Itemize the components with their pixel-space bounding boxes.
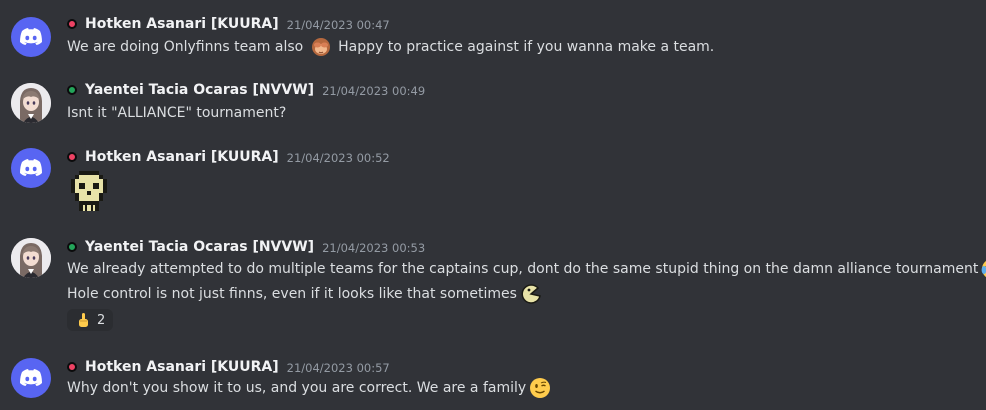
username[interactable]: Yaentei Tacia Ocaras [NVVW] — [85, 239, 314, 255]
message-text: Happy to practice against if you wanna m… — [333, 39, 715, 55]
discord-logo-icon — [20, 28, 42, 45]
message: Hotken Asanari [KUURA] 21/04/2023 00:57 … — [0, 357, 986, 407]
message-content: Why don't you show it to us, and you are… — [67, 376, 551, 400]
username[interactable]: Hotken Asanari [KUURA] — [85, 149, 279, 165]
message-text: We already attempted to do multiple team… — [67, 261, 979, 277]
joy-icon[interactable] — [981, 258, 986, 280]
message-text: Hole control is not just finns, even if … — [67, 286, 517, 302]
message: Yaentei Tacia Ocaras [NVVW] 21/04/2023 0… — [0, 80, 986, 124]
message: Hotken Asanari [KUURA] 21/04/2023 00:47 … — [0, 14, 986, 64]
message: Hotken Asanari [KUURA] 21/04/2023 00:52 — [0, 147, 986, 217]
role-icon — [67, 362, 77, 372]
message-content: Hole control is not just finns, even if … — [67, 282, 542, 306]
avatar[interactable] — [11, 238, 51, 278]
message-content: We are doing Onlyfinns team also Happy t… — [67, 36, 714, 58]
timestamp[interactable]: 21/04/2023 00:49 — [322, 84, 425, 98]
role-icon — [67, 19, 77, 29]
discord-logo-icon — [20, 159, 42, 176]
reaction-count: 2 — [97, 312, 106, 328]
timestamp[interactable]: 21/04/2023 00:57 — [287, 361, 390, 375]
pixel-skull-sticker[interactable] — [67, 169, 111, 213]
message-content: Isnt it "ALLIANCE" tournament? — [67, 102, 286, 124]
role-icon — [67, 242, 77, 252]
wink-icon[interactable] — [529, 377, 551, 399]
anime-girl-avatar — [11, 238, 51, 278]
message-text: Why don't you show it to us, and you are… — [67, 380, 527, 396]
message-text: We are doing Onlyfinns team also — [67, 39, 308, 55]
avatar[interactable] — [11, 148, 51, 188]
avatar[interactable] — [11, 83, 51, 123]
middle-finger-icon — [79, 313, 88, 327]
role-icon — [67, 85, 77, 95]
reaction-button[interactable]: 2 — [67, 309, 114, 331]
pacman-icon[interactable] — [520, 283, 542, 305]
timestamp[interactable]: 21/04/2023 00:53 — [322, 241, 425, 255]
message: Yaentei Tacia Ocaras [NVVW] 21/04/2023 0… — [0, 237, 986, 332]
username[interactable]: Yaentei Tacia Ocaras [NVVW] — [85, 82, 314, 98]
username[interactable]: Hotken Asanari [KUURA] — [85, 359, 279, 375]
username[interactable]: Hotken Asanari [KUURA] — [85, 16, 279, 32]
see-no-evil-monkey-icon[interactable] — [310, 36, 332, 58]
message-content: We already attempted to do multiple team… — [67, 257, 986, 281]
timestamp[interactable]: 21/04/2023 00:47 — [287, 18, 390, 32]
discord-logo-icon — [20, 369, 42, 386]
message-text: Isnt it "ALLIANCE" tournament? — [67, 105, 287, 121]
anime-girl-avatar — [11, 83, 51, 123]
timestamp[interactable]: 21/04/2023 00:52 — [287, 151, 390, 165]
avatar[interactable] — [11, 358, 51, 398]
avatar[interactable] — [11, 17, 51, 57]
role-icon — [67, 152, 77, 162]
